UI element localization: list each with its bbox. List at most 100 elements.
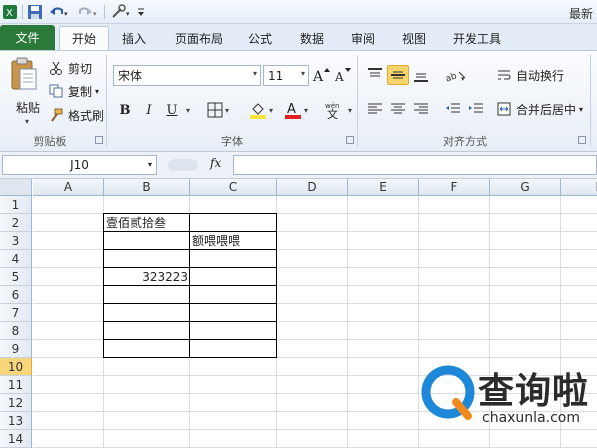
formula-bar-splitter[interactable] — [168, 159, 198, 171]
name-box-value: J10 — [70, 158, 89, 172]
name-box-dropdown-icon[interactable]: ▾ — [148, 160, 152, 169]
tab-data[interactable]: 数据 — [292, 26, 332, 50]
column-header-g[interactable]: G — [490, 179, 561, 196]
row-header-7[interactable]: 7 — [0, 304, 32, 322]
cell-border-horizontal — [103, 321, 277, 322]
column-header-d[interactable]: D — [277, 179, 348, 196]
bold-button[interactable]: B — [115, 100, 135, 120]
row-header-3[interactable]: 3 — [0, 232, 32, 250]
row-header-12[interactable]: 12 — [0, 394, 32, 412]
formula-bar: J10 ▾ fx — [0, 152, 597, 179]
alignment-launcher-icon[interactable] — [578, 136, 586, 144]
clipboard-launcher-icon[interactable] — [95, 136, 103, 144]
select-all-corner[interactable] — [0, 179, 32, 196]
copy-icon — [48, 83, 64, 99]
svg-text:文: 文 — [327, 107, 338, 119]
tab-developer[interactable]: 开发工具 — [447, 26, 507, 50]
cell-b5[interactable]: 323223 — [106, 268, 188, 285]
name-box[interactable]: J10 ▾ — [2, 155, 157, 175]
save-icon[interactable] — [26, 3, 44, 21]
italic-button[interactable]: I — [139, 100, 159, 120]
paste-dropdown-icon[interactable]: ▾ — [25, 117, 29, 126]
copy-label: 复制 — [68, 84, 93, 99]
tab-insert[interactable]: 插入 — [112, 26, 156, 50]
align-top-button[interactable] — [364, 65, 386, 85]
row-header-5[interactable]: 5 — [0, 268, 32, 286]
row-header-9[interactable]: 9 — [0, 340, 32, 358]
merge-center-button[interactable]: 合并后居中 ▾ — [496, 100, 583, 118]
tools-icon[interactable]: ▾ — [110, 3, 132, 21]
format-painter-label: 格式刷 — [68, 108, 105, 123]
cut-button[interactable]: 剪切 — [48, 59, 92, 77]
column-header-h[interactable]: H — [561, 179, 597, 196]
tab-file[interactable]: 文件 — [0, 25, 55, 50]
cell-b2[interactable]: 壹佰贰拾叁 — [106, 214, 188, 231]
merge-center-label: 合并后居中 — [516, 102, 577, 117]
tab-home[interactable]: 开始 — [59, 26, 109, 50]
grow-font-button[interactable]: A — [312, 65, 330, 85]
row-header-4[interactable]: 4 — [0, 250, 32, 268]
column-header-a[interactable]: A — [33, 179, 104, 196]
undo-icon[interactable]: ▾ — [48, 3, 70, 21]
svg-text:ab: ab — [445, 71, 459, 82]
underline-button[interactable]: U — [162, 100, 182, 120]
align-left-button[interactable] — [364, 99, 386, 119]
column-header-b[interactable]: B — [104, 179, 190, 196]
align-middle-icon — [391, 71, 405, 79]
redo-icon[interactable]: ▾ — [76, 3, 98, 21]
column-header-f[interactable]: F — [419, 179, 490, 196]
row-header-6[interactable]: 6 — [0, 286, 32, 304]
row-header-11[interactable]: 11 — [0, 376, 32, 394]
copy-button[interactable]: 复制 ▾ — [48, 82, 99, 100]
align-right-icon — [414, 103, 428, 114]
font-name-dropdown-icon: ▾ — [252, 69, 257, 78]
ribbon-home: 粘贴 ▾ 剪切 复制 ▾ 格式刷 剪贴板 宋体 ▾ 11 ▾ A A B I U — [0, 50, 597, 152]
cell-c3[interactable]: 额喂喂喂 — [192, 232, 275, 249]
font-size-select[interactable]: 11 ▾ — [263, 65, 309, 86]
tab-view[interactable]: 视图 — [394, 26, 434, 50]
row-header-1[interactable]: 1 — [0, 196, 32, 214]
wrap-text-button[interactable]: 自动换行 — [496, 66, 564, 84]
tab-review[interactable]: 审阅 — [343, 26, 383, 50]
shrink-font-button[interactable]: A — [334, 65, 352, 85]
increase-indent-button[interactable] — [465, 99, 487, 119]
row-header-13[interactable]: 13 — [0, 412, 32, 430]
svg-text:X: X — [6, 8, 13, 19]
row-header-10[interactable]: 10 — [0, 358, 32, 376]
font-name-select[interactable]: 宋体 ▾ — [113, 65, 261, 86]
underline-dropdown-icon[interactable]: ▾ — [182, 100, 192, 120]
decrease-indent-button[interactable] — [442, 99, 464, 119]
font-launcher-icon[interactable] — [346, 136, 354, 144]
merge-cells-icon — [496, 101, 512, 117]
cell-border-horizontal — [103, 357, 277, 358]
align-center-button[interactable] — [387, 99, 409, 119]
align-right-button[interactable] — [410, 99, 432, 119]
formula-input[interactable] — [233, 155, 597, 175]
column-header-e[interactable]: E — [348, 179, 419, 196]
row-header-8[interactable]: 8 — [0, 322, 32, 340]
cell-border-horizontal — [103, 249, 277, 250]
merge-dropdown-icon[interactable]: ▾ — [579, 105, 583, 114]
align-middle-button[interactable] — [387, 65, 409, 85]
cell-border-horizontal — [103, 285, 277, 286]
customize-toolbar-icon[interactable] — [136, 3, 146, 21]
tab-page-layout[interactable]: 页面布局 — [166, 26, 232, 50]
wrap-text-icon — [496, 67, 512, 83]
insert-function-icon[interactable]: fx — [210, 156, 221, 170]
row-header-14[interactable]: 14 — [0, 430, 32, 448]
svg-text:▾: ▾ — [64, 10, 68, 18]
align-bottom-button[interactable] — [410, 65, 432, 85]
svg-text:A: A — [312, 69, 324, 83]
orientation-button[interactable]: ab ▾ — [442, 65, 470, 85]
fill-color-button[interactable]: ▾ — [246, 100, 276, 120]
copy-dropdown-icon[interactable]: ▾ — [95, 87, 99, 96]
borders-button[interactable]: ▾ — [204, 100, 232, 120]
tab-formulas[interactable]: 公式 — [240, 26, 280, 50]
phonetic-guide-button[interactable]: wén 文 ▾ — [322, 100, 354, 120]
column-header-c[interactable]: C — [190, 179, 277, 196]
paint-bucket-icon — [249, 103, 266, 119]
paste-button[interactable]: 粘贴 ▾ — [6, 55, 42, 126]
row-header-2[interactable]: 2 — [0, 214, 32, 232]
format-painter-button[interactable]: 格式刷 — [48, 106, 104, 124]
font-color-button[interactable]: A ▾ — [281, 100, 311, 120]
